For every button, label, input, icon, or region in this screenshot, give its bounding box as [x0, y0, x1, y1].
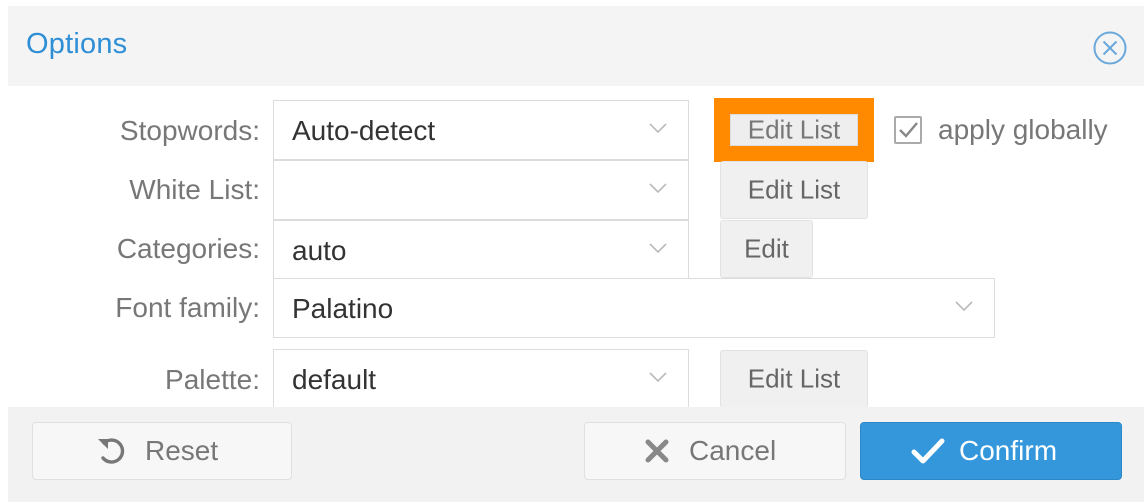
chevron-down-icon: [649, 372, 667, 383]
cancel-button[interactable]: Cancel: [584, 422, 846, 480]
reset-button[interactable]: Reset: [32, 422, 292, 480]
reset-icon: [98, 438, 125, 464]
white-list-edit-list-button[interactable]: Edit List: [720, 161, 868, 219]
chevron-down-icon: [649, 123, 667, 134]
checkbox-box[interactable]: [894, 116, 922, 144]
stopwords-label: Stopwords:: [119, 115, 260, 146]
palette-edit-list-button[interactable]: Edit List: [720, 350, 868, 408]
stopwords-value: Auto-detect: [292, 115, 436, 146]
palette-edit-list-label: Edit List: [747, 363, 841, 394]
reset-label: Reset: [145, 435, 219, 466]
palette-label: Palette:: [165, 364, 260, 395]
palette-select[interactable]: default: [273, 349, 689, 409]
categories-label: Categories:: [116, 233, 260, 264]
white-list-edit-list-label: Edit List: [747, 174, 841, 205]
white-list-label: White List:: [129, 174, 260, 205]
options-dialog: Options Stopwords: Auto-detect Edit List…: [0, 0, 1144, 502]
dialog-title: Options: [26, 28, 128, 60]
chevron-down-icon: [649, 243, 667, 254]
checkmark-icon: [911, 438, 945, 464]
confirm-button[interactable]: Confirm: [860, 422, 1122, 480]
categories-select[interactable]: auto: [273, 220, 689, 280]
close-icon: [645, 439, 669, 463]
font-family-value: Palatino: [292, 293, 394, 324]
checkmark-icon: [899, 122, 918, 138]
dialog-header: Options: [8, 6, 1144, 86]
confirm-label: Confirm: [959, 435, 1058, 466]
dialog-footer: Reset Cancel Confirm: [8, 407, 1144, 502]
categories-edit-button[interactable]: Edit: [720, 220, 813, 278]
cancel-label: Cancel: [689, 435, 777, 466]
close-icon[interactable]: [1092, 30, 1128, 66]
categories-value: auto: [292, 235, 347, 266]
stopwords-edit-list-button[interactable]: Edit List: [714, 98, 874, 162]
font-family-label: Font family:: [115, 292, 260, 323]
chevron-down-icon: [649, 183, 667, 194]
stopwords-edit-list-label: Edit List: [747, 114, 841, 145]
apply-globally-label: apply globally: [938, 114, 1108, 145]
palette-value: default: [292, 364, 377, 395]
chevron-down-icon: [955, 301, 973, 312]
categories-edit-label: Edit: [744, 233, 789, 264]
edit-list-button-face: Edit List: [730, 114, 858, 146]
font-family-select[interactable]: Palatino: [273, 278, 995, 338]
stopwords-select[interactable]: Auto-detect: [273, 100, 689, 160]
white-list-select[interactable]: [273, 160, 689, 220]
